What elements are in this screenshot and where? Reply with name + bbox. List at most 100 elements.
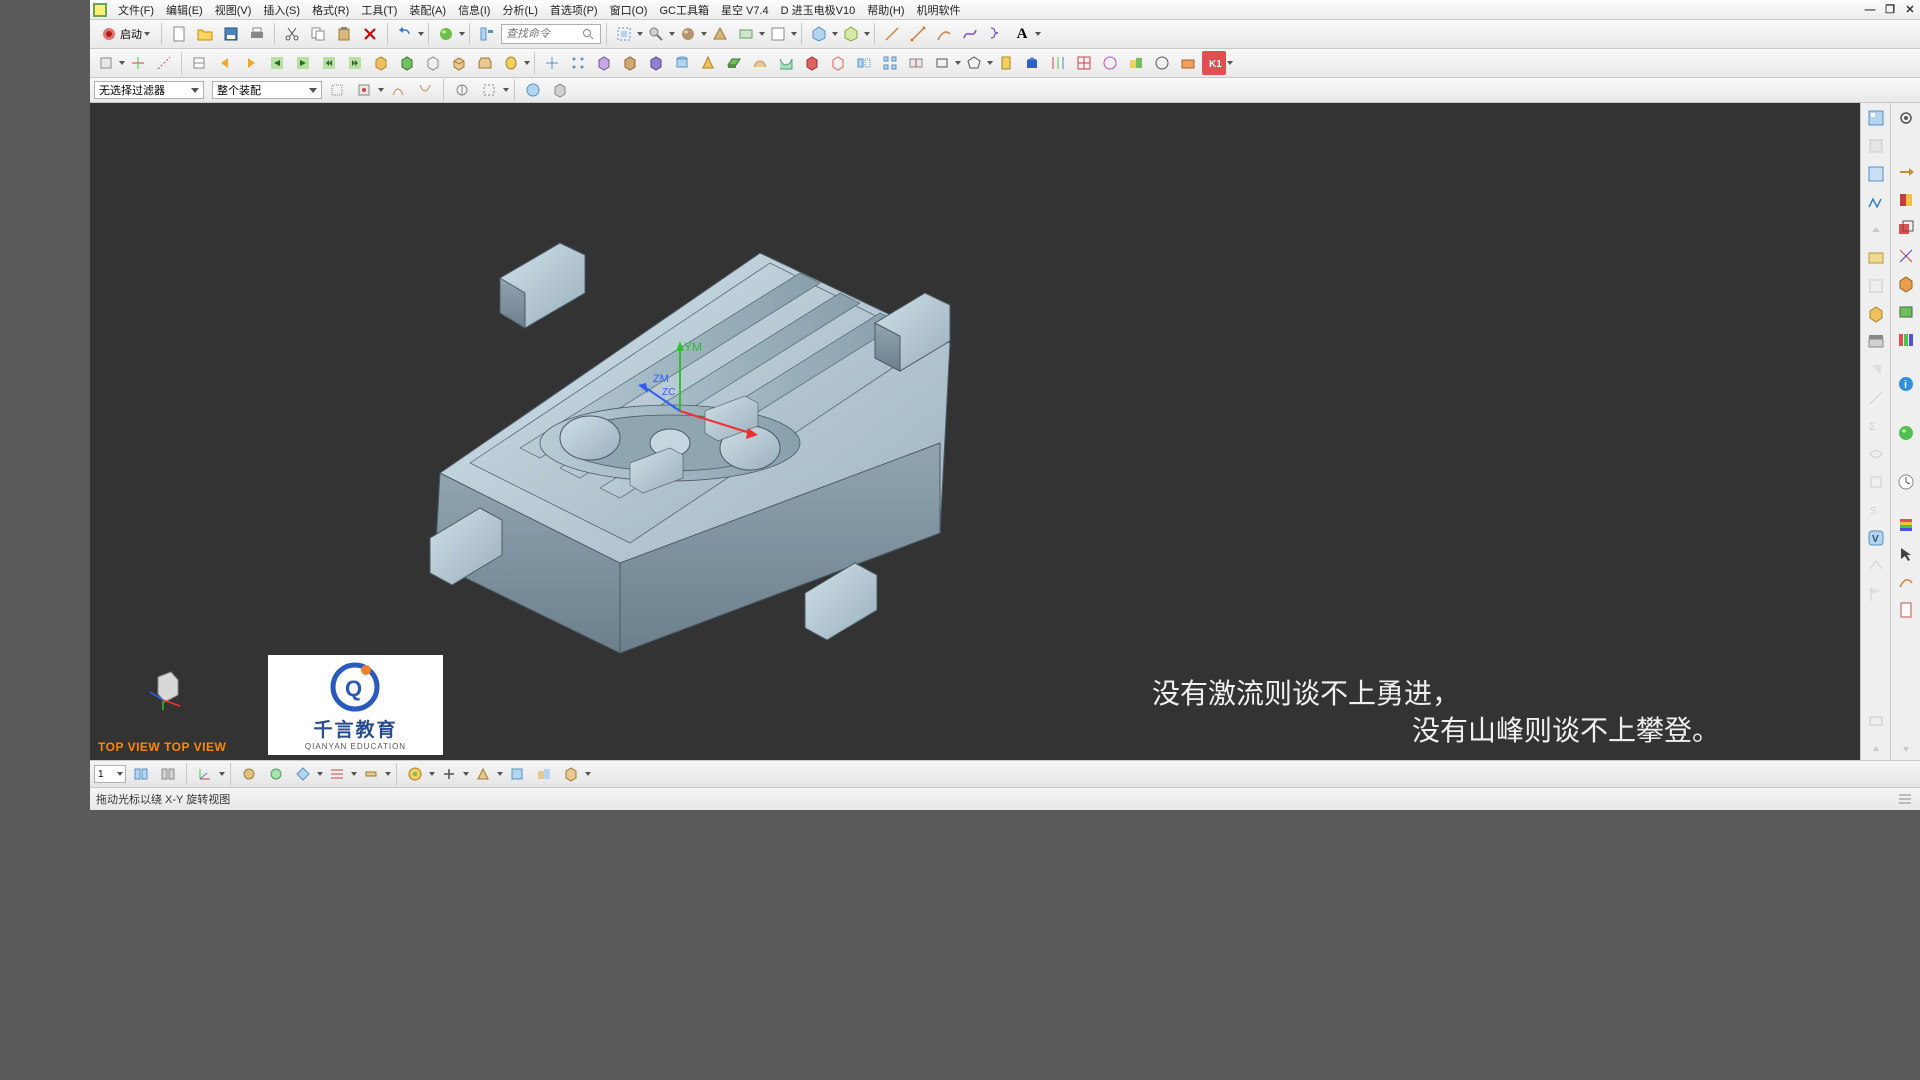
cut-button[interactable] <box>280 22 304 46</box>
f6-chevron-icon[interactable] <box>504 80 508 100</box>
rp2-ball-icon[interactable] <box>1895 422 1917 444</box>
box5-button[interactable] <box>644 51 668 75</box>
rp-13-icon[interactable] <box>1865 471 1887 493</box>
undo-button[interactable] <box>393 22 417 46</box>
array-button[interactable] <box>878 51 902 75</box>
bt-7-chevron-icon[interactable] <box>386 764 390 784</box>
cone-button[interactable] <box>696 51 720 75</box>
end-chevron-icon[interactable] <box>1228 53 1232 73</box>
col4-button[interactable] <box>1072 51 1096 75</box>
nav-right-button[interactable] <box>291 51 315 75</box>
sketch-chevron-icon[interactable] <box>120 53 124 73</box>
menu-xingkong[interactable]: 星空 V7.4 <box>715 0 775 20</box>
command-finder-button[interactable] <box>475 22 499 46</box>
f8-button[interactable] <box>548 78 572 102</box>
rp2-info-icon[interactable]: i <box>1895 373 1917 395</box>
rp-bottom-1-icon[interactable] <box>1865 710 1887 732</box>
surf2-button[interactable] <box>774 51 798 75</box>
minimize-button[interactable]: — <box>1860 2 1880 18</box>
fit-chevron-icon[interactable] <box>638 24 642 44</box>
shade-button[interactable] <box>676 22 700 46</box>
rp2-3-icon[interactable] <box>1895 217 1917 239</box>
app-icon[interactable] <box>92 2 108 18</box>
rp-nav-tree-icon[interactable] <box>1865 107 1887 129</box>
appearance-chevron-icon[interactable] <box>460 24 464 44</box>
bt-4-button[interactable] <box>264 762 288 786</box>
rp-14-icon[interactable]: S <box>1865 499 1887 521</box>
nav-in-button[interactable] <box>317 51 341 75</box>
wave-button[interactable] <box>187 51 211 75</box>
menu-help[interactable]: 帮助(H) <box>861 0 910 20</box>
command-search-input[interactable] <box>506 28 578 40</box>
menu-insert[interactable]: 插入(S) <box>257 0 306 20</box>
layer-combo[interactable]: 1 <box>94 765 126 783</box>
move-button[interactable] <box>540 51 564 75</box>
restore-button[interactable]: ❐ <box>1880 2 1900 18</box>
f2-chevron-icon[interactable] <box>379 80 383 100</box>
poly-chevron-icon[interactable] <box>988 53 992 73</box>
bt-11-button[interactable] <box>532 762 556 786</box>
rect-chevron-icon[interactable] <box>956 53 960 73</box>
rp-flag-icon[interactable] <box>1865 583 1887 605</box>
prev-button[interactable] <box>213 51 237 75</box>
menu-info[interactable]: 信息(I) <box>452 0 496 20</box>
bt-plus-chevron-icon[interactable] <box>464 764 468 784</box>
menu-prefs[interactable]: 首选项(P) <box>544 0 604 20</box>
rp-collapse-icon[interactable] <box>1865 219 1887 241</box>
scope-combo[interactable]: 整个装配 <box>212 81 322 99</box>
rp-5-icon[interactable] <box>1865 247 1887 269</box>
clip-button[interactable] <box>734 22 758 46</box>
rp2-6-icon[interactable] <box>1895 301 1917 323</box>
f6-button[interactable] <box>477 78 501 102</box>
col3-button[interactable] <box>1046 51 1070 75</box>
nav-left-button[interactable] <box>265 51 289 75</box>
bt-12-button[interactable] <box>559 762 583 786</box>
status-right-icon[interactable] <box>1896 791 1914 807</box>
next-button[interactable] <box>239 51 263 75</box>
bt-csys-chevron-icon[interactable] <box>220 764 224 784</box>
viewport[interactable]: YM ZM ZC Q 千言教育 QIANYAN EDUCATION 没有激流则谈… <box>90 103 1860 760</box>
rp2-down-icon[interactable] <box>1895 738 1917 760</box>
bt-12-chevron-icon[interactable] <box>586 764 590 784</box>
rp-7-icon[interactable] <box>1865 303 1887 325</box>
delete-button[interactable] <box>358 22 382 46</box>
bt-csys-button[interactable] <box>193 762 217 786</box>
rp2-curve-icon[interactable] <box>1895 571 1917 593</box>
bt-5-button[interactable] <box>291 762 315 786</box>
pattern-button[interactable] <box>566 51 590 75</box>
undo-chevron-icon[interactable] <box>419 24 423 44</box>
bt-3-button[interactable] <box>237 762 261 786</box>
zoom-chevron-icon[interactable] <box>670 24 674 44</box>
start-button[interactable]: 启动 <box>94 21 156 47</box>
revolve-button[interactable] <box>499 51 523 75</box>
bt-plus-button[interactable] <box>437 762 461 786</box>
f1-button[interactable] <box>325 78 349 102</box>
extrude-button[interactable] <box>447 51 471 75</box>
box-button[interactable] <box>395 51 419 75</box>
extrude2-button[interactable] <box>473 51 497 75</box>
mirror-button[interactable] <box>852 51 876 75</box>
col5-button[interactable] <box>1098 51 1122 75</box>
rp2-pick-icon[interactable] <box>1895 543 1917 565</box>
clip-chevron-icon[interactable] <box>760 24 764 44</box>
new-button[interactable] <box>167 22 191 46</box>
shell-button[interactable] <box>826 51 850 75</box>
k1-button[interactable]: K1 <box>1202 51 1226 75</box>
axis-button[interactable] <box>152 51 176 75</box>
plate-button[interactable] <box>722 51 746 75</box>
bt-10-button[interactable] <box>505 762 529 786</box>
layer-chevron-icon[interactable] <box>792 24 796 44</box>
rp2-1-icon[interactable] <box>1895 161 1917 183</box>
f7-button[interactable] <box>521 78 545 102</box>
rp-15-icon[interactable]: V <box>1865 527 1887 549</box>
menu-edit[interactable]: 编辑(E) <box>160 0 209 20</box>
appearance-button[interactable] <box>434 22 458 46</box>
rp2-rainbow-icon[interactable] <box>1895 515 1917 537</box>
rp2-clock-icon[interactable] <box>1895 471 1917 493</box>
menu-analyze[interactable]: 分析(L) <box>496 0 543 20</box>
rp-2-icon[interactable] <box>1865 135 1887 157</box>
bt-6-chevron-icon[interactable] <box>352 764 356 784</box>
rp2-7-icon[interactable] <box>1895 329 1917 351</box>
bt-1-button[interactable] <box>129 762 153 786</box>
rp-3-icon[interactable] <box>1865 163 1887 185</box>
